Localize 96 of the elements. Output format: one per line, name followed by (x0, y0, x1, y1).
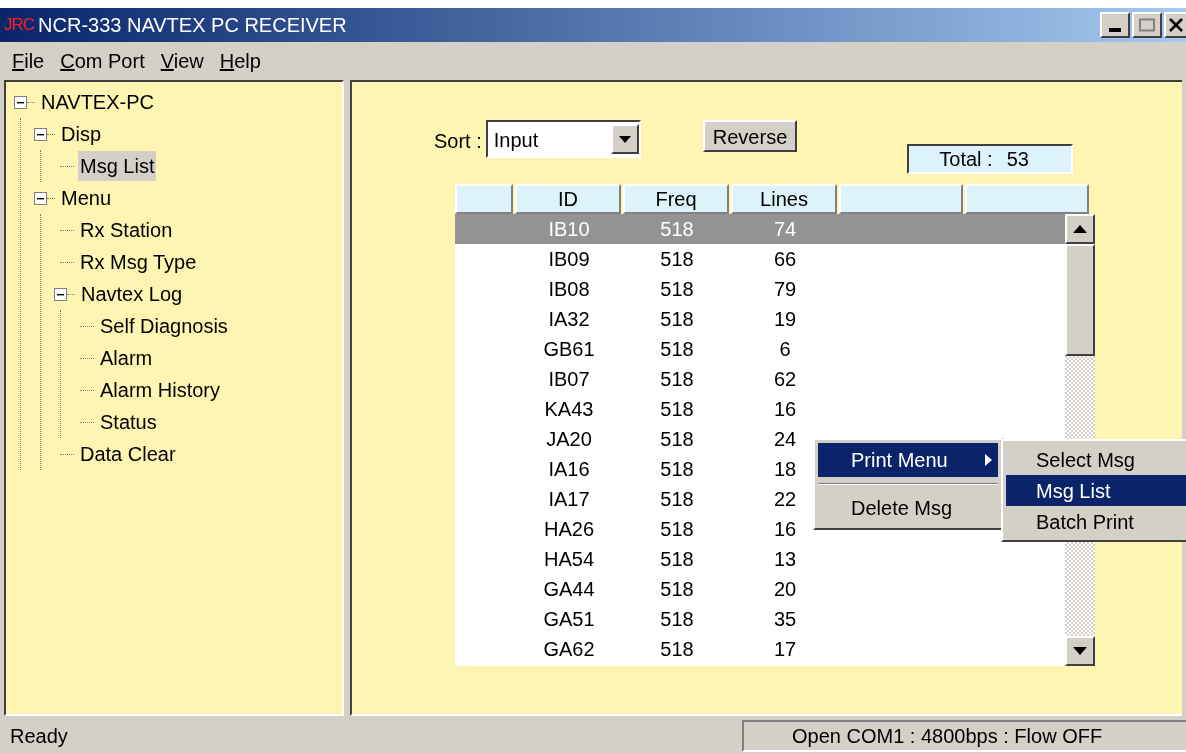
submenu-item[interactable]: Msg List (1006, 475, 1186, 506)
close-button[interactable] (1164, 12, 1186, 38)
table-cell-text: 518 (659, 277, 695, 302)
table-cell-text: IA16 (547, 457, 591, 482)
table-cell-text: 16 (772, 517, 798, 542)
minimize-icon (1109, 28, 1121, 32)
table-cell-text: 22 (772, 487, 798, 512)
table-cell-text: KA43 (543, 397, 595, 422)
table-cell-text: 74 (772, 217, 798, 242)
column-header[interactable] (455, 184, 513, 214)
up-arrow-icon (1073, 225, 1087, 233)
table-cell-text: 518 (659, 547, 695, 572)
tree-item[interactable]: Data Clear (78, 439, 178, 469)
sort-dropdown[interactable]: Input (485, 120, 641, 158)
table-cell-text: 518 (659, 367, 695, 392)
table-cell-text: 66 (772, 247, 798, 272)
scroll-thumb[interactable] (1065, 244, 1095, 356)
tree-item[interactable]: Navtex Log (79, 279, 185, 309)
table-cell-text: JA20 (545, 427, 593, 452)
maximize-button[interactable] (1132, 12, 1162, 38)
table-cell-text: 20 (772, 577, 798, 602)
table-cell-text: 518 (659, 607, 695, 632)
submenu-item[interactable]: Batch Print (1006, 506, 1186, 537)
table-cell-text: 518 (659, 337, 695, 362)
table-cell-text: IB08 (547, 277, 591, 302)
table-cell-text: 518 (659, 217, 695, 242)
table-cell-text: 518 (659, 427, 695, 452)
tree-item[interactable]: Rx Station (78, 215, 175, 245)
table-cell-text: 518 (659, 637, 695, 662)
sort-label: Sort : (434, 129, 482, 154)
total-label: Total : (939, 147, 993, 172)
table-cell-text: 16 (772, 397, 798, 422)
reverse-button[interactable]: Reverse (702, 120, 798, 152)
collapse-icon[interactable] (54, 287, 67, 301)
column-header[interactable]: Freq (623, 184, 729, 214)
minimize-button[interactable] (1100, 12, 1130, 38)
status-message: Ready (9, 723, 69, 749)
table-cell-text: 17 (772, 637, 798, 662)
collapse-icon[interactable] (34, 127, 47, 141)
table-cell-text: IB09 (547, 247, 591, 272)
table-cell-text: 35 (772, 607, 798, 632)
table-cell-text: 518 (659, 517, 695, 542)
tree-item[interactable]: NAVTEX-PC (39, 87, 156, 117)
table-cell-text: IB07 (547, 367, 591, 392)
context-menu-item[interactable]: Print Menu (818, 443, 998, 477)
table-cell-text: 18 (772, 457, 798, 482)
table-cell-text: HA54 (543, 547, 595, 572)
table-cell-text: 19 (772, 307, 798, 332)
table-cell-text: 62 (772, 367, 798, 392)
scroll-up-button[interactable] (1065, 214, 1095, 244)
table-cell-text: GA51 (542, 607, 596, 632)
maximize-icon (1139, 18, 1155, 32)
submenu-item[interactable]: Select Msg (1006, 444, 1186, 475)
tree-item[interactable]: Alarm History (98, 375, 222, 405)
tree-item[interactable]: Disp (59, 119, 103, 149)
window-title: NCR-333 NAVTEX PC RECEIVER (38, 13, 347, 38)
menu-bar-entry[interactable]: Com Port (56, 46, 149, 76)
table-cell-text: 6 (778, 337, 792, 362)
table-cell-text: 518 (659, 577, 695, 602)
table-cell-text: 518 (659, 397, 695, 422)
table-cell-text: GA62 (542, 637, 596, 662)
table-cell-text: GB61 (542, 337, 596, 362)
table-cell-text: 518 (659, 487, 695, 512)
table-cell-text: 13 (772, 547, 798, 572)
port-status: Open COM1 : 4800bps : Flow OFF (742, 719, 1186, 752)
table-cell-text: IA32 (547, 307, 591, 332)
table-cell-text: 518 (659, 457, 695, 482)
collapse-icon[interactable] (14, 95, 27, 109)
tree-item[interactable]: Msg List (78, 151, 157, 181)
menu-bar-entry[interactable]: View (156, 46, 208, 76)
table-cell-text: HA26 (543, 517, 595, 542)
app-logo: JRC (4, 14, 35, 37)
table-cell-text: 24 (772, 427, 798, 452)
tree-item[interactable]: Menu (59, 183, 114, 213)
menu-bar-entry[interactable]: Help (215, 46, 265, 76)
table-cell-text: 518 (659, 247, 695, 272)
total-value: 53 (1006, 147, 1029, 172)
table-cell-text: IA17 (547, 487, 591, 512)
collapse-icon[interactable] (34, 191, 47, 205)
column-header[interactable]: Lines (731, 184, 837, 214)
tree-item[interactable]: Rx Msg Type (78, 247, 199, 277)
tree-item[interactable]: Self Diagnosis (98, 311, 230, 341)
column-header[interactable] (965, 184, 1089, 214)
table-cell-text: GA44 (542, 577, 596, 602)
table-cell-text: 518 (659, 307, 695, 332)
close-icon (1168, 18, 1184, 32)
tree-item[interactable]: Status (98, 407, 159, 437)
table-cell-text: 79 (772, 277, 798, 302)
context-menu-item[interactable]: Delete Msg (818, 491, 998, 525)
table-cell-text: IB10 (547, 217, 591, 242)
column-header[interactable] (839, 184, 963, 214)
column-header[interactable]: ID (515, 184, 621, 214)
menu-bar-entry[interactable]: File (8, 46, 49, 76)
down-arrow-icon (1073, 647, 1087, 655)
tree-item[interactable]: Alarm (98, 343, 155, 373)
scroll-down-button[interactable] (1065, 636, 1095, 666)
